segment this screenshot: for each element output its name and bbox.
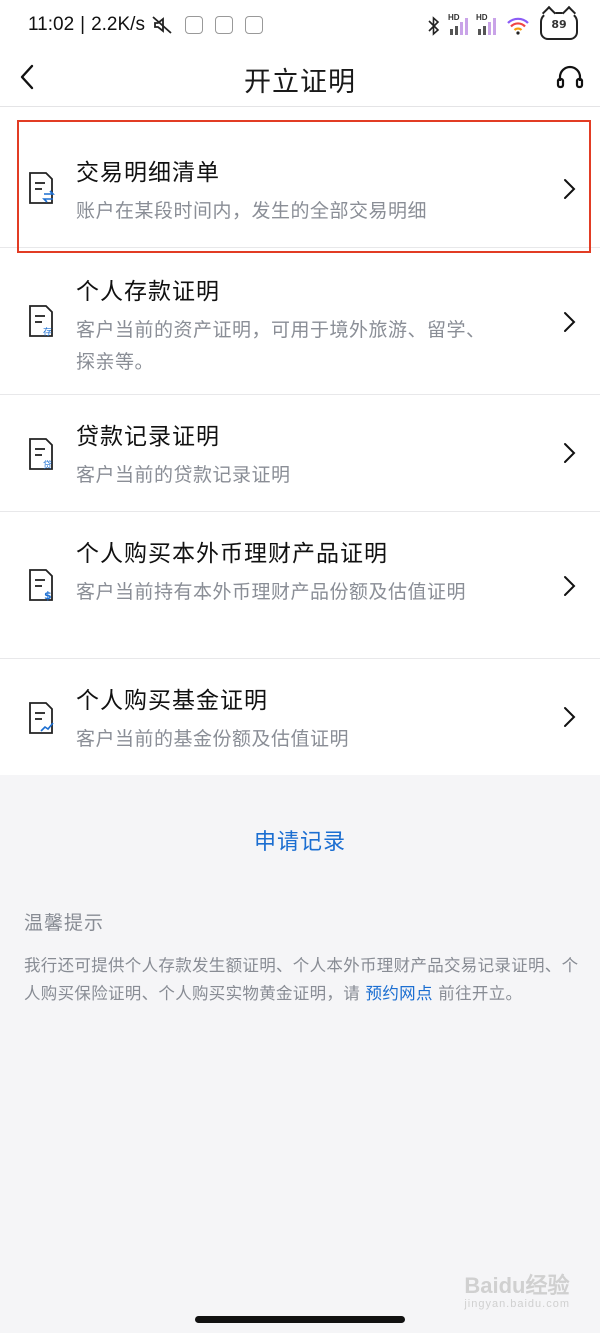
bluetooth-icon bbox=[428, 16, 440, 36]
tips-text: 我行还可提供个人存款发生额证明、个人本外币理财产品交易记录证明、个人购买保险证明… bbox=[24, 956, 579, 1003]
item-title: 贷款记录证明 bbox=[76, 424, 220, 450]
svg-text:存: 存 bbox=[43, 326, 52, 338]
list-item-deposit-certificate[interactable]: 存 个人存款证明 客户当前的资产证明，可用于境外旅游、留学、探亲等。 bbox=[0, 248, 600, 395]
list-item-wealth-product[interactable]: $ 个人购买本外币理财产品证明 客户当前持有本外币理财产品份额及估值证明 bbox=[0, 512, 600, 659]
tips-title: 温馨提示 bbox=[24, 912, 105, 934]
status-bar: 11:02 | 2.2K/s HD HD 89 bbox=[0, 0, 600, 52]
item-description: 账户在某段时间内，发生的全部交易明细 bbox=[76, 200, 428, 222]
headset-icon[interactable] bbox=[554, 62, 586, 94]
signal-icon: HD bbox=[476, 13, 496, 35]
list-item-loan-record[interactable]: 贷 贷款记录证明 客户当前的贷款记录证明 bbox=[0, 395, 600, 512]
document-chart-icon bbox=[29, 702, 54, 734]
chevron-right-icon bbox=[564, 576, 576, 596]
item-title: 交易明细清单 bbox=[76, 160, 220, 186]
network-speed: 2.2K/s bbox=[91, 14, 145, 35]
application-record-link[interactable]: 申请记录 bbox=[0, 824, 600, 856]
certificate-list: 交易明细清单 账户在某段时间内，发生的全部交易明细 存 个人存款证明 客户当前的… bbox=[0, 107, 600, 775]
svg-text:$: $ bbox=[44, 589, 52, 602]
document-transfer-icon bbox=[29, 172, 55, 204]
item-title: 个人购买基金证明 bbox=[76, 688, 268, 714]
item-title: 个人存款证明 bbox=[76, 279, 220, 305]
document-deposit-icon: 存 bbox=[29, 305, 53, 338]
page-title: 开立证明 bbox=[244, 67, 356, 98]
item-description: 客户当前持有本外币理财产品份额及估值证明 bbox=[76, 581, 467, 603]
document-loan-icon: 贷 bbox=[29, 438, 53, 471]
item-description: 客户当前的基金份额及估值证明 bbox=[76, 728, 350, 750]
list-item-transaction-details[interactable]: 交易明细清单 账户在某段时间内，发生的全部交易明细 bbox=[0, 107, 600, 248]
mute-icon bbox=[152, 16, 172, 34]
svg-text:贷: 贷 bbox=[43, 459, 52, 471]
status-time: 11:02 bbox=[28, 14, 75, 35]
app-notification-icon bbox=[214, 16, 233, 34]
chevron-right-icon bbox=[564, 707, 576, 727]
app-notification-icon bbox=[184, 16, 203, 34]
signal-icon: HD bbox=[448, 13, 468, 35]
chevron-right-icon bbox=[564, 443, 576, 463]
chevron-right-icon bbox=[564, 312, 576, 332]
watermark: Baidu经验 jingyan.baidu.com bbox=[464, 1273, 570, 1310]
book-branch-link[interactable]: 预约网点 bbox=[366, 984, 433, 1003]
status-left: 11:02 | 2.2K/s bbox=[28, 14, 263, 36]
wifi-icon bbox=[507, 17, 529, 35]
app-notification-icon bbox=[244, 16, 263, 34]
nav-bar: 开立证明 bbox=[0, 52, 600, 107]
status-right: HD HD 89 bbox=[428, 12, 578, 40]
item-description: 客户当前的贷款记录证明 bbox=[76, 464, 291, 486]
document-dollar-icon: $ bbox=[29, 569, 53, 602]
item-description: 客户当前的资产证明，可用于境外旅游、留学、探亲等。 bbox=[76, 319, 486, 373]
list-item-fund-certificate[interactable]: 个人购买基金证明 客户当前的基金份额及估值证明 bbox=[0, 659, 600, 775]
battery-icon: 89 bbox=[540, 12, 578, 40]
item-title: 个人购买本外币理财产品证明 bbox=[76, 541, 388, 567]
home-indicator[interactable] bbox=[195, 1316, 405, 1323]
chevron-right-icon bbox=[564, 179, 576, 199]
